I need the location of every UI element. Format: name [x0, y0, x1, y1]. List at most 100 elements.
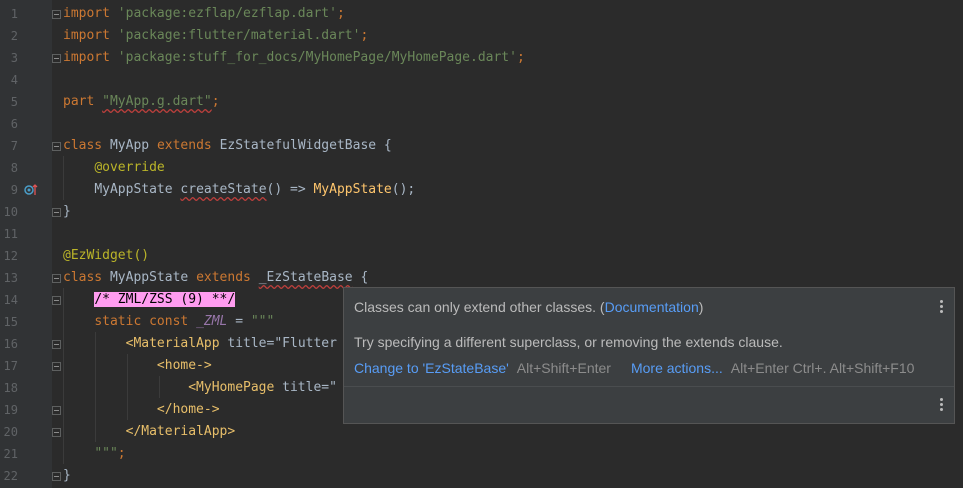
- string-literal: "MyApp.g.dart": [102, 94, 212, 109]
- base-class-error[interactable]: _EzStateBase: [259, 270, 353, 285]
- shortcut-hint: Alt+Enter Ctrl+. Alt+Shift+F10: [730, 360, 915, 376]
- change-to-ezstatebase-link[interactable]: Change to 'EzStateBase': [354, 360, 509, 376]
- code-token: {: [352, 270, 369, 285]
- code-line: 4: [0, 69, 963, 91]
- return-type: MyAppState: [94, 182, 173, 197]
- method-name: createState: [180, 182, 267, 197]
- error-tooltip-popup: Classes can only extend other classes. (…: [343, 287, 955, 424]
- line-number: 2: [10, 29, 18, 43]
- line-number: 3: [10, 51, 18, 65]
- code-token: =: [227, 314, 251, 329]
- line-number: 5: [10, 95, 18, 109]
- line-number: 4: [10, 73, 18, 87]
- shortcut-hint: Alt+Shift+Enter: [516, 360, 611, 376]
- documentation-link[interactable]: Documentation: [605, 299, 699, 315]
- code-token: }: [63, 204, 71, 219]
- semicolon: ;: [360, 28, 369, 43]
- line-number: 22: [3, 469, 18, 483]
- fold-marker-icon[interactable]: [52, 428, 61, 437]
- line-number: 8: [10, 161, 18, 175]
- string-literal: """: [250, 314, 275, 329]
- line-number: 19: [3, 403, 18, 417]
- code-token: }: [63, 468, 71, 483]
- code-line: 2 import 'package:flutter/material.dart'…: [0, 25, 963, 47]
- code-line: 22 }: [0, 465, 963, 487]
- line-number: 7: [10, 139, 18, 153]
- xml-tag: </home->: [156, 402, 220, 417]
- error-hint: Try specifying a different superclass, o…: [354, 334, 783, 350]
- line-number: 1: [10, 7, 18, 21]
- string-literal: 'package:stuff_for_docs/MyHomePage/MyHom…: [117, 50, 517, 65]
- code-line: 9 MyAppState createState() => MyAppState…: [0, 179, 963, 201]
- line-number: 10: [3, 205, 18, 219]
- line-number: 18: [3, 381, 18, 395]
- line-number: 11: [3, 227, 18, 241]
- annotation: @EzWidget: [63, 248, 134, 263]
- line-number: 14: [3, 293, 18, 307]
- code-token: (): [133, 248, 150, 263]
- keyword: class: [63, 270, 103, 285]
- keyword: import: [63, 6, 110, 21]
- line-number: 13: [3, 271, 18, 285]
- code-line: 11: [0, 223, 963, 245]
- line-number: 16: [3, 337, 18, 351]
- keyword: import: [63, 28, 110, 43]
- error-message-end: ): [698, 299, 704, 315]
- fold-marker-icon[interactable]: [52, 362, 61, 371]
- semicolon: ;: [336, 6, 345, 21]
- code-line: 1 import 'package:ezflap/ezflap.dart';: [0, 3, 963, 25]
- fold-marker-icon[interactable]: [52, 472, 61, 481]
- line-number: 9: [10, 183, 18, 197]
- xml-tag: <home->: [156, 358, 212, 373]
- string-literal: 'package:ezflap/ezflap.dart': [117, 6, 337, 21]
- code-line: 6: [0, 113, 963, 135]
- fold-marker-icon[interactable]: [52, 274, 61, 283]
- xml-attribute: title="Flutter: [219, 336, 337, 351]
- more-options-icon[interactable]: [940, 300, 944, 314]
- fold-marker-icon[interactable]: [52, 296, 61, 305]
- code-editor[interactable]: 1 import 'package:ezflap/ezflap.dart'; 2…: [0, 0, 963, 488]
- code-token: ();: [391, 182, 416, 197]
- fold-marker-icon[interactable]: [52, 208, 61, 217]
- code-line: 8 @override: [0, 157, 963, 179]
- line-number: 20: [3, 425, 18, 439]
- line-number: 21: [3, 447, 18, 461]
- code-line: 5 part "MyApp.g.dart";: [0, 91, 963, 113]
- code-line: 3 import 'package:stuff_for_docs/MyHomeP…: [0, 47, 963, 69]
- semicolon: ;: [516, 50, 525, 65]
- fold-marker-icon[interactable]: [52, 10, 61, 19]
- fold-marker-icon[interactable]: [52, 142, 61, 151]
- line-number: 12: [3, 249, 18, 263]
- fold-marker-icon[interactable]: [52, 54, 61, 63]
- error-message-text: Classes can only extend other classes. (: [354, 299, 605, 315]
- popup-footer: [344, 386, 954, 423]
- keyword: static const: [94, 314, 189, 329]
- keyword: extends: [156, 138, 212, 153]
- code-line: 7 class MyApp extends EzStatefulWidgetBa…: [0, 135, 963, 157]
- code-line: 20 </MaterialApp>: [0, 421, 963, 443]
- code-line: 13 class MyAppState extends _EzStateBase…: [0, 267, 963, 289]
- keyword: import: [63, 50, 110, 65]
- line-number: 17: [3, 359, 18, 373]
- code-line: 10 }: [0, 201, 963, 223]
- base-class: EzStatefulWidgetBase {: [219, 138, 392, 153]
- code-token: () =>: [266, 182, 306, 197]
- semicolon: ;: [117, 446, 126, 461]
- string-literal: """: [94, 446, 118, 461]
- error-message: Classes can only extend other classes. (…: [354, 299, 703, 315]
- zml-comment: /* ZML/ZSS (9) **/: [94, 292, 236, 307]
- keyword: class: [63, 138, 103, 153]
- keyword: part: [63, 94, 95, 109]
- override-icon[interactable]: [24, 184, 38, 196]
- class-name: MyApp: [109, 138, 150, 153]
- semicolon: ;: [211, 94, 220, 109]
- string-literal: 'package:flutter/material.dart': [117, 28, 361, 43]
- xml-tag: </MaterialApp>: [125, 424, 236, 439]
- fold-marker-icon[interactable]: [52, 340, 61, 349]
- xml-tag: <MyHomePage: [188, 380, 275, 395]
- fold-marker-icon[interactable]: [52, 406, 61, 415]
- more-actions-link[interactable]: More actions...: [631, 360, 723, 376]
- code-line: 12 @EzWidget(): [0, 245, 963, 267]
- class-name: MyAppState: [109, 270, 189, 285]
- more-options-icon[interactable]: [940, 398, 944, 412]
